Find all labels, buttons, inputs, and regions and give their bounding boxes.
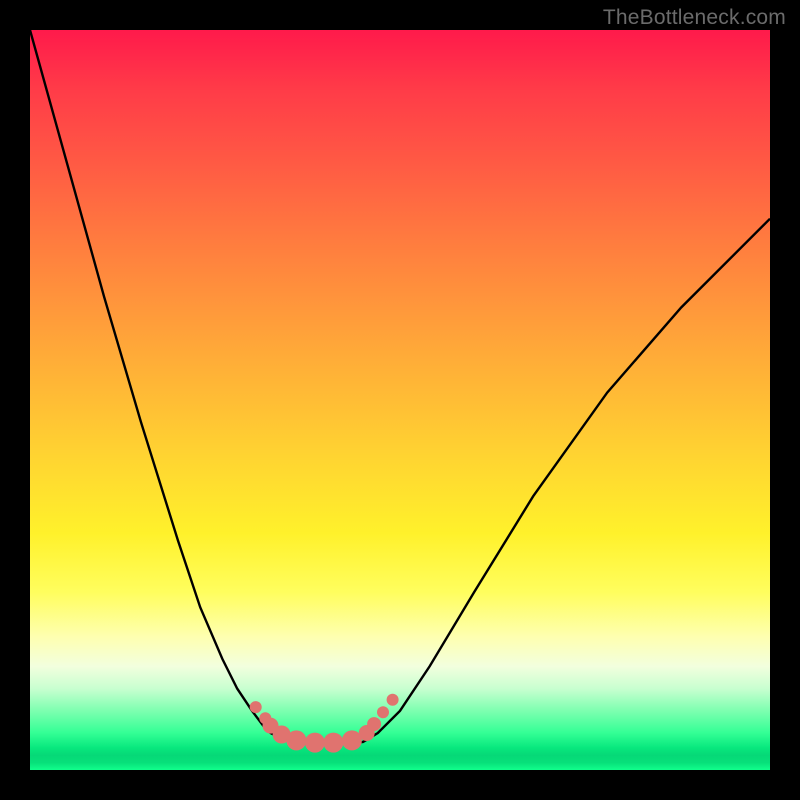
chart-overlay [30,30,770,770]
gradient-plot-area [30,30,770,770]
watermark-text: TheBottleneck.com [603,6,786,30]
data-marker [305,733,325,753]
data-marker [286,730,306,750]
data-marker [250,701,262,713]
data-marker [367,717,381,731]
data-marker [387,694,399,706]
data-markers [250,694,399,753]
data-marker [323,733,343,753]
data-marker [377,706,389,718]
v-curve [30,30,770,744]
chart-frame: TheBottleneck.com [0,0,800,800]
